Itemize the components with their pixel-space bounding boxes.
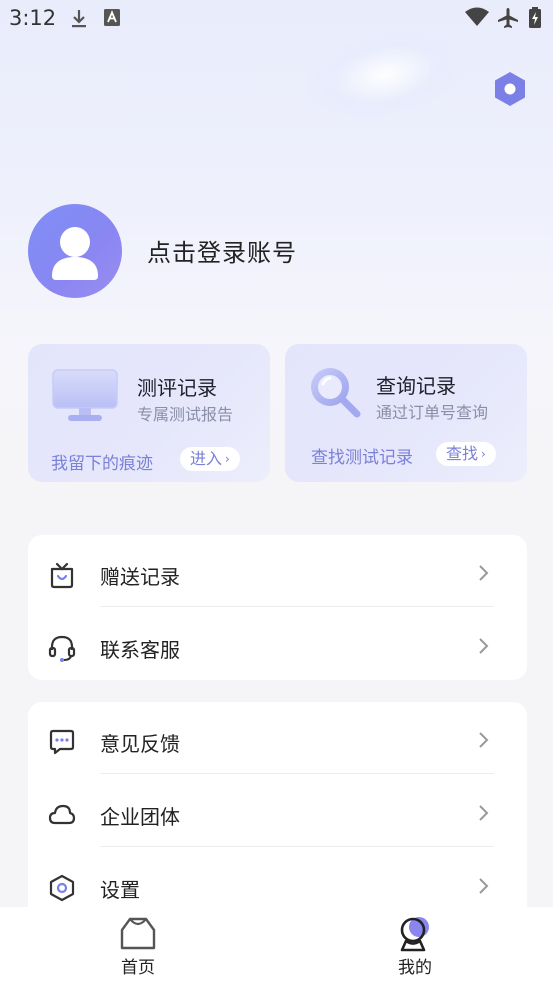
settings-hexagon-icon[interactable]	[493, 71, 527, 107]
wifi-icon	[465, 7, 489, 26]
gift-icon	[50, 562, 74, 589]
magnifier-icon	[311, 368, 361, 418]
cloud-icon	[48, 804, 76, 825]
menu-label: 企业团体	[100, 805, 180, 829]
menu-item-feedback[interactable]: 意见反馈	[28, 704, 527, 776]
query-title: 查询记录	[376, 374, 456, 398]
airplane-icon	[498, 8, 518, 28]
status-bar: 3:12	[0, 0, 553, 38]
enter-button-label: 进入	[190, 449, 223, 468]
chevron-right-icon	[479, 638, 489, 654]
query-subtitle: 通过订单号查询	[376, 403, 489, 422]
menu-panel-primary: 赠送记录 联系客服	[28, 535, 527, 680]
avatar[interactable]	[28, 204, 122, 298]
menu-panel-secondary: 意见反馈 企业团体 设置	[28, 702, 527, 932]
status-time: 3:12	[9, 6, 57, 30]
evaluation-subtitle: 专属测试报告	[137, 405, 234, 424]
menu-item-customer-service[interactable]: 联系客服	[28, 610, 527, 682]
user-silhouette-icon	[52, 227, 98, 280]
divider	[100, 606, 494, 607]
chat-bubble-icon	[49, 729, 75, 755]
search-button-label: 查找	[446, 444, 479, 463]
chevron-right-icon: ›	[225, 452, 230, 466]
nav-profile-label: 我的	[398, 958, 432, 978]
login-prompt[interactable]: 点击登录账号	[147, 233, 297, 268]
menu-item-gift-records[interactable]: 赠送记录	[28, 537, 527, 609]
menu-label: 设置	[100, 878, 140, 902]
nav-profile[interactable]: 我的	[345, 907, 485, 984]
divider	[100, 773, 494, 774]
font-a-icon	[104, 9, 120, 26]
chevron-right-icon: ›	[481, 447, 486, 461]
menu-label: 赠送记录	[100, 565, 180, 589]
monitor-icon	[52, 369, 118, 421]
headset-icon	[48, 635, 76, 662]
battery-icon	[529, 7, 541, 28]
query-link[interactable]: 查找测试记录	[311, 443, 413, 468]
menu-label: 联系客服	[100, 638, 180, 662]
home-icon	[120, 917, 156, 950]
evaluation-records-card[interactable]: 测评记录 专属测试报告 我留下的痕迹 进入 ›	[28, 344, 270, 482]
download-icon	[72, 10, 86, 28]
chevron-right-icon	[479, 732, 489, 748]
evaluation-link[interactable]: 我留下的痕迹	[51, 449, 153, 474]
search-button[interactable]: 查找 ›	[436, 442, 496, 466]
divider	[100, 846, 494, 847]
enter-button[interactable]: 进入 ›	[180, 447, 240, 471]
profile-icon	[400, 917, 429, 952]
nav-home[interactable]: 首页	[68, 907, 208, 984]
query-records-card[interactable]: 查询记录 通过订单号查询 查找测试记录 查找 ›	[285, 344, 527, 482]
hexagon-settings-icon	[49, 874, 75, 902]
chevron-right-icon	[479, 565, 489, 581]
evaluation-title: 测评记录	[137, 376, 217, 400]
menu-item-enterprise[interactable]: 企业团体	[28, 777, 527, 849]
chevron-right-icon	[479, 805, 489, 821]
chevron-right-icon	[479, 878, 489, 894]
menu-label: 意见反馈	[100, 732, 180, 756]
bottom-navigation: 首页 我的	[0, 907, 553, 984]
nav-home-label: 首页	[121, 958, 155, 978]
